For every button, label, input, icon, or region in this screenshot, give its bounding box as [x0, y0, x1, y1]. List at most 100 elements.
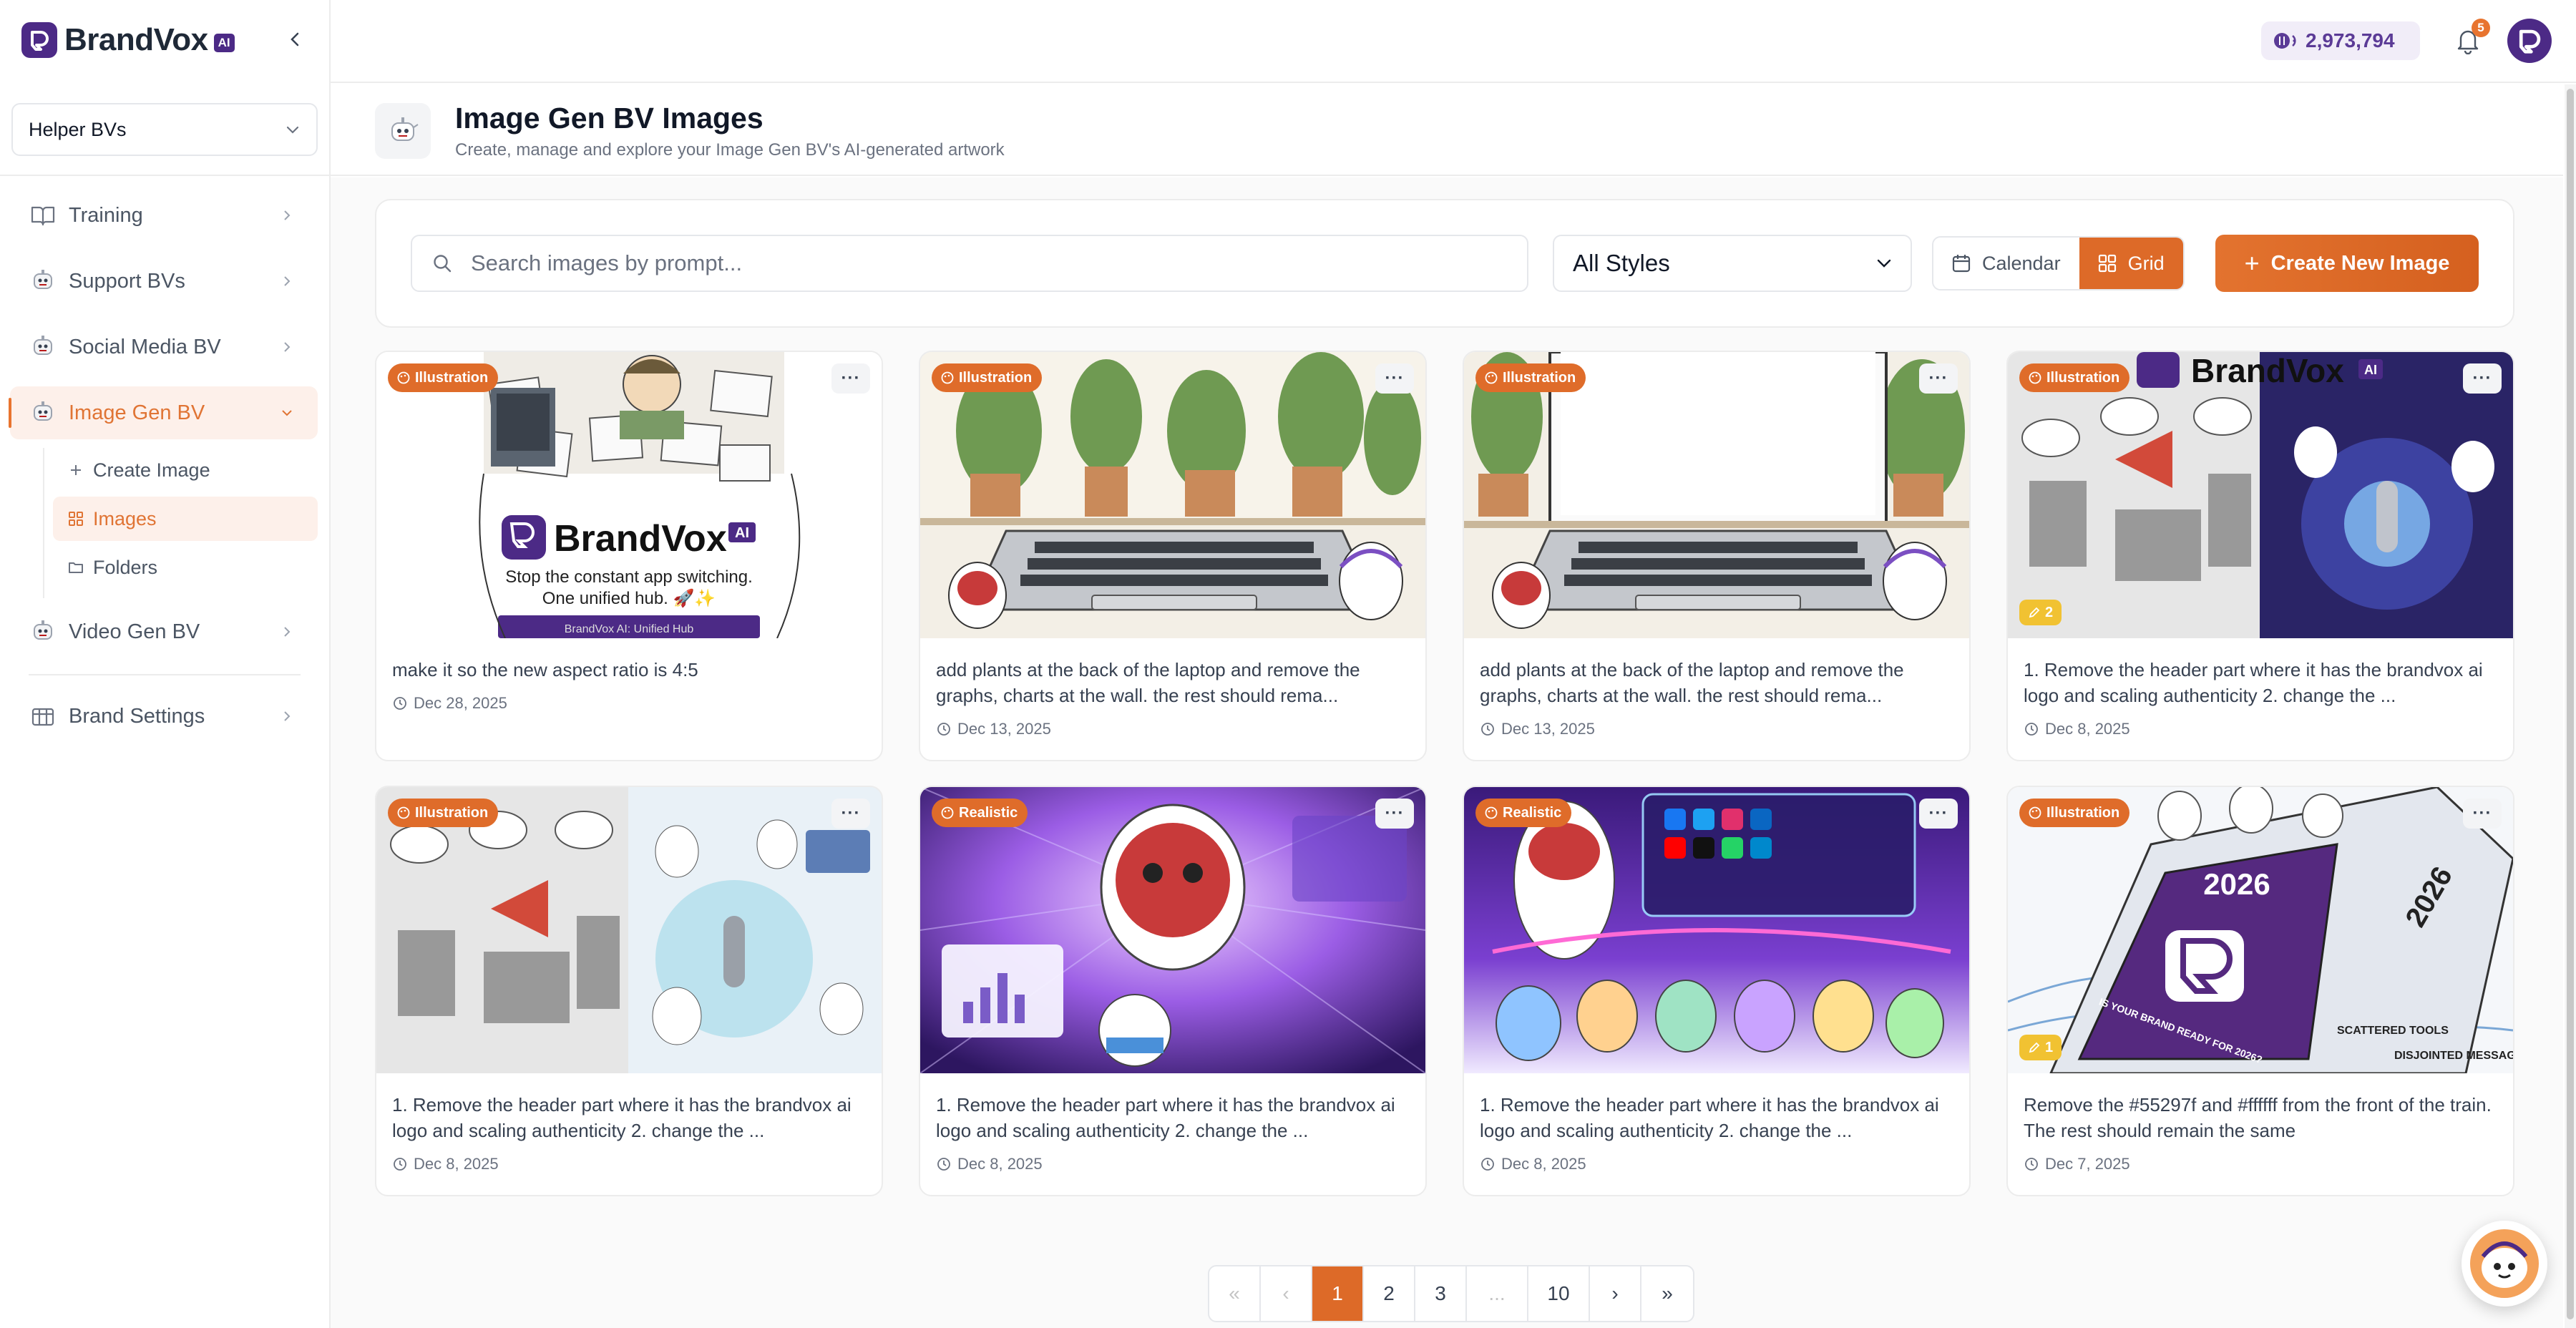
credits-balance[interactable]: 2,973,794 — [2261, 21, 2420, 60]
more-options-button[interactable]: ··· — [2463, 799, 2502, 829]
thumb-train-text-1: 2026 — [2203, 867, 2270, 901]
first-page-button[interactable]: « — [1209, 1266, 1261, 1321]
image-prompt: add plants at the back of the laptop and… — [1480, 659, 1904, 706]
palette-icon — [2028, 806, 2042, 820]
image-date-text: Dec 13, 2025 — [957, 720, 1051, 738]
style-badge: Illustration — [932, 363, 1043, 392]
image-date: Dec 7, 2025 — [2024, 1155, 2130, 1173]
thumb-sign-2: DISJOINTED MESSAGES — [2394, 1050, 2513, 1062]
scrollbar-thumb[interactable] — [2567, 89, 2574, 1319]
sidebar-subitem-folders[interactable]: Folders — [53, 545, 318, 590]
chat-assistant-button[interactable] — [2462, 1221, 2547, 1307]
style-badge-label: Illustration — [415, 369, 489, 386]
divider — [0, 175, 329, 176]
prev-page-button[interactable]: ‹ — [1261, 1266, 1312, 1321]
thumb-brand-text: BrandVox — [554, 518, 727, 560]
image-card[interactable]: BrandVox AI Stop the constant app switch… — [375, 351, 883, 761]
palette-icon — [940, 371, 955, 385]
sidebar-item-image-gen-bv[interactable]: Image Gen BV — [9, 386, 318, 439]
create-new-image-button[interactable]: + Create New Image — [2215, 235, 2479, 292]
robot-icon — [27, 616, 59, 648]
style-badge: Illustration — [388, 363, 499, 392]
more-options-button[interactable]: ··· — [1919, 799, 1958, 829]
clock-icon — [936, 721, 952, 737]
grid-view-button[interactable]: Grid — [2079, 238, 2183, 289]
plus-icon: + — [2244, 248, 2260, 278]
image-card[interactable]: Illustration ··· add plants at the back … — [1463, 351, 1971, 761]
image-card[interactable]: Realistic ··· 1. Remove the header part … — [919, 786, 1427, 1196]
image-thumbnail[interactable]: BrandVox AI Stop the constant app switch… — [376, 352, 882, 638]
image-card[interactable]: Illustration ··· add plants at the back … — [919, 351, 1427, 761]
sidebar-item-brand-settings[interactable]: Brand Settings — [10, 690, 318, 743]
calendar-view-button[interactable]: Calendar — [1933, 238, 2079, 289]
sidebar-subitem-create-image[interactable]: Create Image — [53, 448, 318, 492]
robot-icon — [391, 117, 419, 141]
image-date: Dec 13, 2025 — [936, 720, 1051, 738]
collapse-sidebar-button[interactable] — [283, 27, 308, 52]
page-button-10[interactable]: 10 — [1528, 1266, 1590, 1321]
search-box[interactable] — [411, 235, 1528, 292]
chevron-right-icon — [276, 706, 298, 727]
image-date-text: Dec 8, 2025 — [414, 1155, 499, 1173]
image-thumbnail[interactable]: Illustration ··· — [376, 787, 882, 1073]
style-badge: Illustration — [2019, 363, 2130, 392]
image-thumbnail[interactable]: BrandVox AI Illustration ··· 2 — [2008, 352, 2513, 638]
sidebar-item-training[interactable]: Training — [10, 189, 318, 242]
palette-icon — [1484, 371, 1498, 385]
sidebar-subitem-images[interactable]: Images — [53, 497, 318, 541]
more-options-button[interactable]: ··· — [831, 363, 870, 394]
image-card[interactable]: BrandVox AI Illustration ··· 2 1. Remove… — [2006, 351, 2514, 761]
sidebar-item-label: Training — [69, 203, 143, 227]
image-card[interactable]: 2026 2026 IS YOUR BRAND READY FOR 2026? … — [2006, 786, 2514, 1196]
image-thumbnail[interactable]: 2026 2026 IS YOUR BRAND READY FOR 2026? … — [2008, 787, 2513, 1073]
helper-bv-select[interactable]: Helper BVs — [11, 103, 318, 156]
brand-logo[interactable]: BrandVox AI — [21, 19, 235, 62]
sidebar-item-video-gen-bv[interactable]: Video Gen BV — [10, 605, 318, 658]
image-prompt: 1. Remove the header part where it has t… — [1480, 1094, 1939, 1141]
style-badge-label: Illustration — [2046, 369, 2120, 386]
sidebar-subitem-label: Folders — [93, 556, 158, 578]
brand-ai-tag: AI — [213, 34, 235, 52]
image-thumbnail[interactable]: Realistic ··· — [1464, 787, 1969, 1073]
image-date-text: Dec 8, 2025 — [957, 1155, 1043, 1173]
image-card[interactable]: Illustration ··· 1. Remove the header pa… — [375, 786, 883, 1196]
plus-icon — [66, 460, 86, 480]
clock-icon — [936, 1156, 952, 1172]
last-page-button[interactable]: » — [1641, 1266, 1693, 1321]
image-card[interactable]: Realistic ··· 1. Remove the header part … — [1463, 786, 1971, 1196]
sidebar-item-label: Image Gen BV — [69, 401, 205, 424]
notifications-badge: 5 — [2472, 19, 2490, 37]
palette-icon — [396, 371, 411, 385]
more-options-button[interactable]: ··· — [1375, 799, 1414, 829]
robot-icon — [27, 331, 59, 363]
more-options-button[interactable]: ··· — [1919, 363, 1958, 394]
image-date-text: Dec 28, 2025 — [414, 694, 507, 712]
page-button-2[interactable]: 2 — [1364, 1266, 1415, 1321]
more-options-button[interactable]: ··· — [831, 799, 870, 829]
image-date-text: Dec 8, 2025 — [2045, 720, 2130, 738]
style-filter-select[interactable]: All Styles — [1553, 235, 1912, 292]
image-thumbnail[interactable]: Illustration ··· — [1464, 352, 1969, 638]
edit-count: 1 — [2045, 1039, 2054, 1055]
page-button-1[interactable]: 1 — [1312, 1266, 1364, 1321]
search-input[interactable] — [471, 250, 1473, 276]
more-options-button[interactable]: ··· — [1375, 363, 1414, 394]
user-avatar[interactable] — [2507, 19, 2552, 63]
grid-icon — [2097, 253, 2118, 274]
next-page-button[interactable]: › — [1590, 1266, 1641, 1321]
sidebar-item-support-bvs[interactable]: Support BVs — [10, 255, 318, 308]
helper-bv-select-value: Helper BVs — [29, 118, 127, 140]
style-badge: Illustration — [2019, 799, 2130, 827]
page-subtitle: Create, manage and explore your Image Ge… — [455, 140, 1005, 160]
clock-icon — [2024, 1156, 2039, 1172]
image-thumbnail[interactable]: Illustration ··· — [920, 352, 1425, 638]
style-badge: Illustration — [388, 799, 499, 827]
page-button-3[interactable]: 3 — [1415, 1266, 1467, 1321]
pencil-icon — [2029, 607, 2040, 618]
image-thumbnail[interactable]: Realistic ··· — [920, 787, 1425, 1073]
divider — [29, 674, 301, 675]
sidebar-item-social-media-bv[interactable]: Social Media BV — [10, 321, 318, 374]
chevron-down-icon — [1877, 259, 1891, 268]
sidebar-item-label: Support BVs — [69, 269, 185, 293]
more-options-button[interactable]: ··· — [2463, 363, 2502, 394]
